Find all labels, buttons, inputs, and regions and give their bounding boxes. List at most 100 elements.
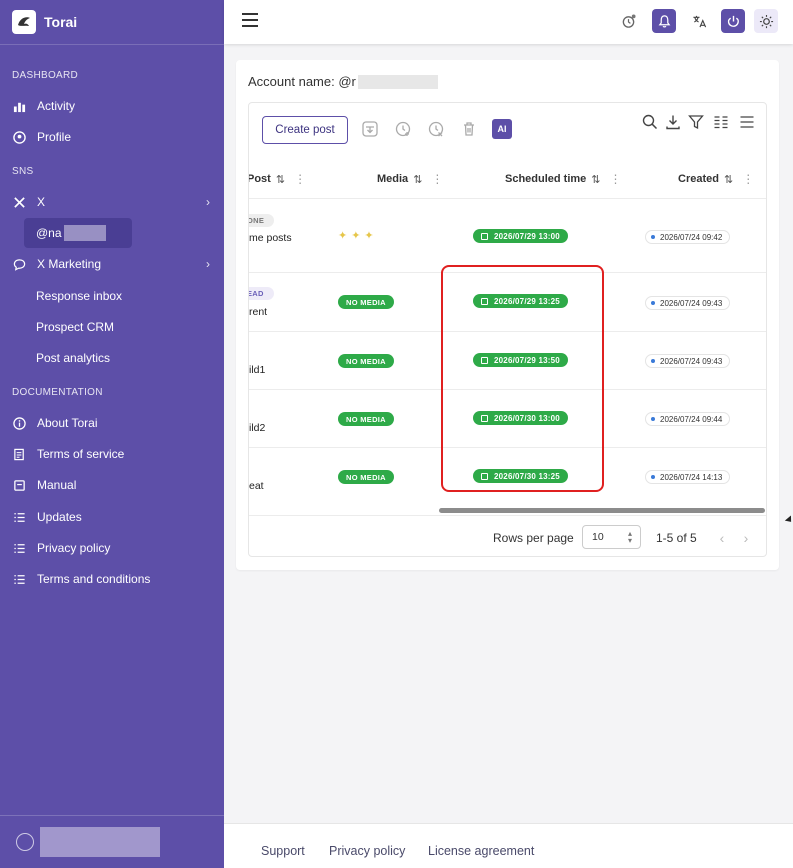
mouse-cursor (784, 515, 793, 525)
sort-icon[interactable]: ⇅ (276, 173, 285, 186)
sidebar-item-label: X (37, 195, 46, 209)
power-icon[interactable] (721, 9, 745, 33)
list-icon (12, 572, 26, 586)
sidebar-item-updates[interactable]: Updates (0, 503, 224, 531)
horizontal-scrollbar[interactable] (439, 508, 765, 513)
sidebar-item-account[interactable]: @na (24, 218, 132, 248)
ai-button[interactable]: AI (492, 119, 512, 139)
created-text: 2026/07/24 09:42 (660, 232, 723, 242)
created-badge: 2026/07/24 09:42 (645, 230, 731, 244)
schedule-remove-icon[interactable] (426, 119, 446, 139)
sidebar-item-label: Privacy policy (37, 541, 111, 555)
rows-per-page-select[interactable]: 10 ▴ ▾ (582, 525, 641, 549)
footer-link-privacy[interactable]: Privacy policy (329, 844, 405, 858)
chat-bubble-icon (12, 257, 26, 271)
sidebar-item-label: Profile (37, 130, 72, 144)
translate-icon[interactable] (687, 9, 711, 33)
info-icon (12, 416, 26, 430)
scheduled-time-badge[interactable]: 2026/07/29 13:00 (473, 229, 568, 243)
sidebar-item-label: Terms and conditions (37, 572, 151, 586)
post-title: me posts (249, 232, 292, 244)
page-range: 1-5 of 5 (656, 531, 697, 545)
bell-icon[interactable] (652, 9, 676, 33)
section-sns: SNS (12, 166, 34, 177)
torai-logo-icon (12, 10, 36, 34)
column-menu-icon[interactable]: ⋮ (431, 172, 443, 186)
status-dot (651, 301, 655, 305)
sidebar-item-privacy-policy[interactable]: Privacy policy (0, 534, 224, 562)
sidebar-item-post-analytics[interactable]: Post analytics (0, 344, 224, 372)
column-menu-icon[interactable]: ⋮ (294, 172, 306, 186)
created-badge: 2026/07/24 09:43 (645, 296, 731, 310)
user-circle-icon (12, 130, 26, 144)
sidebar-item-label: Prospect CRM (36, 320, 115, 334)
user-menu[interactable] (0, 815, 224, 868)
schedule-add-icon[interactable] (393, 119, 413, 139)
sidebar-item-x[interactable]: X › (0, 188, 224, 216)
account-name-label: Account name: @r (248, 74, 356, 89)
create-post-button[interactable]: Create post (262, 116, 348, 144)
calendar-icon (481, 232, 488, 240)
column-menu-icon[interactable]: ⋮ (742, 172, 754, 186)
created-text: 2026/07/24 09:43 (660, 298, 723, 308)
rows-per-page-value: 10 (592, 531, 604, 543)
column-header-media[interactable]: Media ⇅ ⋮ (377, 159, 443, 199)
sidebar-item-terms-of-service[interactable]: Terms of service (0, 440, 224, 468)
top-bar (224, 0, 793, 44)
search-icon[interactable] (641, 113, 659, 131)
column-label: Created (678, 173, 719, 185)
sort-icon[interactable]: ⇅ (413, 173, 422, 186)
scheduled-time-text: 2026/07/29 13:00 (494, 231, 560, 241)
column-label: Scheduled time (505, 173, 587, 185)
column-menu-icon[interactable]: ⋮ (610, 172, 622, 186)
sort-icon[interactable]: ⇅ (591, 173, 600, 186)
app-name: Torai (44, 14, 78, 30)
import-icon[interactable] (360, 119, 380, 139)
sidebar-item-about[interactable]: About Torai (0, 409, 224, 437)
created-badge: 2026/07/24 09:43 (645, 354, 731, 368)
chevron-right-icon: › (206, 257, 210, 271)
sidebar-item-profile[interactable]: Profile (0, 123, 224, 151)
sidebar-item-prospect-crm[interactable]: Prospect CRM (0, 313, 224, 341)
sort-icon[interactable]: ⇅ (724, 173, 733, 186)
chevron-right-icon: › (206, 195, 210, 209)
no-media-badge: NO MEDIA (338, 354, 394, 368)
sidebar-item-x-marketing[interactable]: X Marketing › (0, 250, 224, 278)
post-title: ild2 (249, 422, 266, 434)
sidebar-item-manual[interactable]: Manual (0, 471, 224, 499)
sidebar: Torai DASHBOARD Activity Profile SNS X ›… (0, 0, 224, 868)
sidebar-item-response-inbox[interactable]: Response inbox (0, 282, 224, 310)
sidebar-item-label: Response inbox (36, 289, 123, 303)
bar-chart-icon (12, 99, 26, 113)
sidebar-item-activity[interactable]: Activity (0, 92, 224, 120)
trash-icon[interactable] (459, 119, 479, 139)
table-toolbar: Create post AI (249, 103, 766, 159)
history-icon[interactable] (616, 9, 640, 33)
download-icon[interactable] (664, 113, 682, 131)
column-header-created[interactable]: Created ⇅ ⋮ (678, 159, 754, 199)
highlight-annotation (441, 265, 604, 492)
post-title: ild1 (249, 364, 266, 376)
density-icon[interactable] (738, 113, 756, 131)
footer-link-license[interactable]: License agreement (428, 844, 534, 858)
book-icon (12, 478, 26, 492)
list-icon (12, 541, 26, 555)
section-documentation: DOCUMENTATION (12, 387, 103, 398)
table-row[interactable]: ONE me posts ✦✦✦ 2026/07/29 13:00 2026/0… (249, 199, 766, 273)
sidebar-item-terms-and-conditions[interactable]: Terms and conditions (0, 565, 224, 593)
footer-link-support[interactable]: Support (261, 844, 305, 858)
media-thumbnails[interactable]: ✦✦✦ (338, 229, 378, 242)
prev-page-icon[interactable]: ‹ (713, 529, 731, 547)
select-caret-icon: ▴ ▾ (627, 529, 632, 545)
next-page-icon[interactable]: › (737, 529, 755, 547)
theme-sun-icon[interactable] (754, 9, 778, 33)
redacted-text (63, 225, 106, 241)
created-text: 2026/07/24 09:43 (660, 356, 723, 366)
filter-icon[interactable] (687, 113, 705, 131)
columns-icon[interactable] (712, 113, 730, 131)
brand[interactable]: Torai (0, 0, 224, 45)
column-header-scheduled-time[interactable]: Scheduled time ⇅ ⋮ (505, 159, 622, 199)
column-header-post[interactable]: Post ⇅ ⋮ (249, 159, 306, 199)
menu-icon[interactable] (242, 13, 258, 27)
created-text: 2026/07/24 14:13 (660, 472, 723, 482)
